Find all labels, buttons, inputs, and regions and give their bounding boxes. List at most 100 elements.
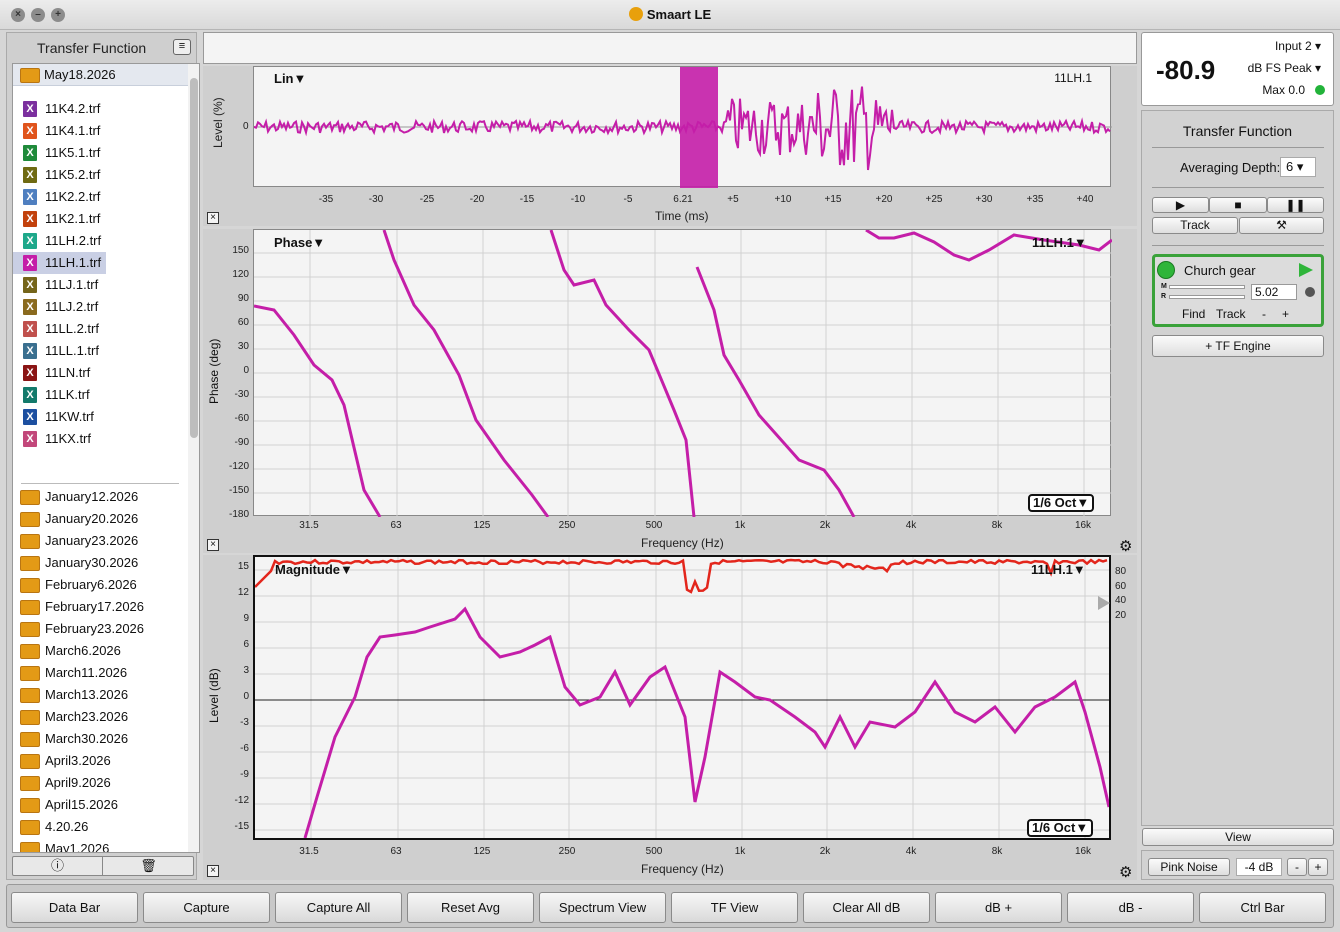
phase-plot-area[interactable]: Phase▼ 11LH.1▼ 1/6 Oct▼ xyxy=(253,229,1112,517)
folder-item[interactable]: March23.2026 xyxy=(13,706,183,728)
close-graph-icon[interactable]: × xyxy=(207,539,219,551)
magnitude-xtick: 250 xyxy=(558,846,576,857)
add-tf-engine-button[interactable]: + TF Engine xyxy=(1152,335,1324,357)
file-item[interactable]: X 11K5.1.trf xyxy=(13,142,183,164)
file-item[interactable]: X 11K2.2.trf xyxy=(13,186,183,208)
file-name: 11LN.trf xyxy=(45,365,91,380)
command-button-db[interactable]: dB - xyxy=(1067,892,1194,923)
delay-minus-button[interactable]: - xyxy=(1262,307,1266,321)
measurement-card[interactable]: Church gear M R 5.02 Find Track - + xyxy=(1152,254,1324,327)
folder-item[interactable]: February17.2026 xyxy=(13,596,183,618)
command-button-data-bar[interactable]: Data Bar xyxy=(11,892,138,923)
scrollbar-thumb[interactable] xyxy=(190,78,198,438)
magnitude-trace-selector[interactable]: 11LH.1▼ xyxy=(1031,562,1086,577)
magnitude-plot-area[interactable]: Magnitude▼ 11LH.1▼ 1/6 Oct▼ xyxy=(253,555,1111,840)
track-delay-button[interactable]: Track xyxy=(1216,307,1246,321)
play-icon[interactable] xyxy=(1299,263,1313,277)
command-button-reset-avg[interactable]: Reset Avg xyxy=(407,892,534,923)
gear-icon[interactable]: ⚙ xyxy=(1119,863,1132,881)
file-list-scrollbar[interactable] xyxy=(188,64,199,852)
folder-item[interactable]: January30.2026 xyxy=(13,552,183,574)
command-button-db[interactable]: dB + xyxy=(935,892,1062,923)
impulse-plot-area[interactable]: Lin▼ 11LH.1 xyxy=(253,66,1112,188)
file-item[interactable]: X 11LJ.2.trf xyxy=(13,296,183,318)
close-graph-icon[interactable]: × xyxy=(207,212,219,224)
folder-item[interactable]: January20.2026 xyxy=(13,508,183,530)
folder-item[interactable]: May1.2026 xyxy=(13,838,183,852)
coherence-scale-handle-icon[interactable] xyxy=(1098,596,1110,610)
folder-item[interactable]: January12.2026 xyxy=(13,486,183,508)
view-button[interactable]: View xyxy=(1142,828,1334,846)
phase-ytick: 90 xyxy=(237,293,249,304)
folder-item[interactable]: February23.2026 xyxy=(13,618,183,640)
command-button-capture[interactable]: Capture xyxy=(143,892,270,923)
file-item[interactable]: X 11LN.trf xyxy=(13,362,183,384)
folder-item[interactable]: March30.2026 xyxy=(13,728,183,750)
averaging-select[interactable]: 6 ▾ xyxy=(1280,157,1316,177)
generator-minus-button[interactable]: - xyxy=(1287,858,1307,876)
magnitude-plot-svg xyxy=(255,557,1109,838)
file-item[interactable]: X 11K5.2.trf xyxy=(13,164,183,186)
file-item[interactable]: X 11LJ.1.trf xyxy=(13,274,183,296)
measurement-on-icon[interactable] xyxy=(1157,261,1175,279)
file-item[interactable]: X 11LL.2.trf xyxy=(13,318,183,340)
folder-name: January23.2026 xyxy=(45,533,139,548)
command-button-spectrum-view[interactable]: Spectrum View xyxy=(539,892,666,923)
phase-ytick: -90 xyxy=(234,437,249,448)
folder-name: March23.2026 xyxy=(45,709,129,724)
pause-button[interactable]: ❚❚ xyxy=(1267,197,1324,213)
magnitude-title-selector[interactable]: Magnitude▼ xyxy=(275,562,353,577)
folder-item[interactable]: March6.2026 xyxy=(13,640,183,662)
menu-icon[interactable]: ≡ xyxy=(173,39,191,55)
meter-unit-selector[interactable]: dB FS Peak ▾ xyxy=(1248,61,1321,75)
close-graph-icon[interactable]: × xyxy=(207,865,219,877)
tools-icon[interactable]: ⚒ xyxy=(1239,217,1324,234)
play-button[interactable]: ▶ xyxy=(1152,197,1209,213)
input-selector[interactable]: Input 2 ▾ xyxy=(1275,39,1321,53)
find-button[interactable]: Find xyxy=(1182,307,1205,321)
meter-max: Max 0.0 xyxy=(1262,83,1305,97)
phase-title-selector[interactable]: Phase▼ xyxy=(274,235,325,250)
file-item[interactable]: X 11K2.1.trf xyxy=(13,208,183,230)
stop-button[interactable]: ■ xyxy=(1209,197,1267,213)
generator-button[interactable]: Pink Noise xyxy=(1148,858,1230,876)
file-item[interactable]: X 11LK.trf xyxy=(13,384,183,406)
file-item[interactable]: X 11KW.trf xyxy=(13,406,183,428)
record-icon[interactable] xyxy=(1305,287,1315,297)
phase-smoothing-button[interactable]: 1/6 Oct▼ xyxy=(1028,494,1095,512)
file-item[interactable]: X 11LH.1.trf xyxy=(13,252,106,274)
trash-icon[interactable]: 🗑 xyxy=(104,857,193,875)
command-button-tf-view[interactable]: TF View xyxy=(671,892,798,923)
file-item[interactable]: X 11K4.2.trf xyxy=(13,98,183,120)
command-button-capture-all[interactable]: Capture All xyxy=(275,892,402,923)
folder-item[interactable]: January23.2026 xyxy=(13,530,183,552)
command-button-ctrl-bar[interactable]: Ctrl Bar xyxy=(1199,892,1326,923)
phase-xtick: 1k xyxy=(734,520,746,531)
selected-folder[interactable]: May18.2026 xyxy=(13,64,199,86)
file-item[interactable]: X 11LL.1.trf xyxy=(13,340,183,362)
trf-file-icon: X xyxy=(23,101,37,117)
folder-item[interactable]: April15.2026 xyxy=(13,794,183,816)
phase-trace-selector[interactable]: 11LH.1▼ xyxy=(1032,235,1087,250)
folder-item[interactable]: April9.2026 xyxy=(13,772,183,794)
file-item[interactable]: X 11K4.1.trf xyxy=(13,120,183,142)
gear-icon[interactable]: ⚙ xyxy=(1119,537,1132,555)
command-button-clear-all-db[interactable]: Clear All dB xyxy=(803,892,930,923)
selected-folder-label: May18.2026 xyxy=(44,67,116,82)
magnitude-smoothing-button[interactable]: 1/6 Oct▼ xyxy=(1027,819,1094,837)
folder-item[interactable]: February6.2026 xyxy=(13,574,183,596)
file-list[interactable]: May18.2026 X 11K4.2.trf X 11K4.1.trf X 11K5.1… xyxy=(12,63,200,853)
folder-item[interactable]: March13.2026 xyxy=(13,684,183,706)
generator-plus-button[interactable]: + xyxy=(1308,858,1328,876)
delay-plus-button[interactable]: + xyxy=(1282,307,1289,321)
folder-item[interactable]: March11.2026 xyxy=(13,662,183,684)
generator-level-field[interactable]: -4 dB xyxy=(1236,858,1282,876)
delay-field[interactable]: 5.02 xyxy=(1251,284,1297,300)
impulse-mode-selector[interactable]: Lin▼ xyxy=(274,71,306,86)
folder-item[interactable]: April3.2026 xyxy=(13,750,183,772)
folder-item[interactable]: 4.20.26 xyxy=(13,816,183,838)
info-icon[interactable]: ⓘ xyxy=(13,857,103,875)
file-item[interactable]: X 11KX.trf xyxy=(13,428,183,450)
file-item[interactable]: X 11LH.2.trf xyxy=(13,230,183,252)
track-button[interactable]: Track xyxy=(1152,217,1238,234)
